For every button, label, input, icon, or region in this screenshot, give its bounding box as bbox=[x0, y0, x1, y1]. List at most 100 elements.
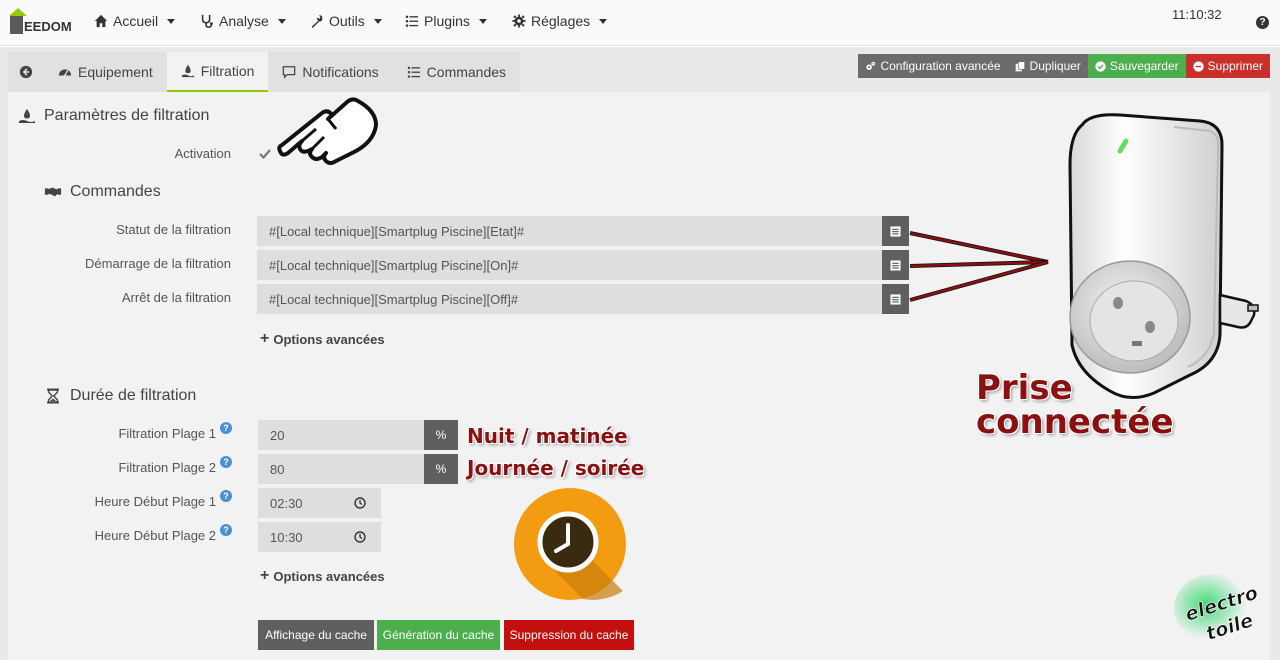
save-button[interactable]: Sauvegarder bbox=[1087, 54, 1186, 78]
nav-reglages[interactable]: Réglages bbox=[512, 13, 608, 29]
comment-icon bbox=[283, 66, 296, 79]
demarrage-select-button[interactable] bbox=[882, 250, 909, 280]
nav-plugins[interactable]: Plugins bbox=[405, 13, 487, 29]
delete-cache-button[interactable]: Suppression du cache bbox=[504, 620, 634, 650]
tab-filtration-label: Filtration bbox=[200, 63, 255, 79]
filtration-section-title: Paramètres de filtration bbox=[18, 107, 209, 125]
tab-equipement-label: Equipement bbox=[78, 64, 153, 80]
plage1-label: Filtration Plage 1 bbox=[118, 426, 216, 441]
help-question-icon[interactable]: ? bbox=[220, 456, 232, 468]
activation-checkbox[interactable] bbox=[258, 147, 272, 161]
duree-section-title: Durée de filtration bbox=[44, 387, 196, 405]
help-icon[interactable]: ? bbox=[1256, 16, 1269, 29]
commandes-section-title: Commandes bbox=[44, 183, 161, 201]
delete-button[interactable]: Supprimer bbox=[1185, 54, 1270, 78]
plus-icon: + bbox=[260, 567, 270, 584]
plug-caption-line2: connectée bbox=[976, 402, 1174, 442]
wrench-icon bbox=[311, 15, 323, 28]
pointing-hand-icon bbox=[277, 97, 378, 165]
handshake-icon bbox=[44, 187, 62, 197]
filtration-icon bbox=[181, 64, 194, 78]
clock-icon[interactable] bbox=[354, 497, 366, 509]
plage2-label: Filtration Plage 2 bbox=[118, 460, 216, 475]
help-question-icon[interactable]: ? bbox=[220, 524, 232, 536]
caret-down-icon bbox=[599, 18, 608, 24]
logo-mark bbox=[6, 8, 27, 34]
clock-time: 11:10:32 bbox=[1172, 7, 1222, 22]
statut-select-button[interactable] bbox=[882, 216, 909, 246]
back-arrow-icon bbox=[19, 65, 33, 79]
logo-text: EEDOM bbox=[24, 19, 72, 34]
copy-icon bbox=[1015, 60, 1025, 71]
advanced-config-label: Configuration avancée bbox=[880, 59, 1001, 73]
nav-accueil-label: Accueil bbox=[113, 13, 159, 29]
generate-cache-button[interactable]: Génération du cache bbox=[377, 620, 500, 650]
tab-bar: Equipement Filtration Notifications Comm… bbox=[8, 52, 521, 92]
commandes-title-text: Commandes bbox=[70, 183, 161, 200]
minus-circle-icon bbox=[1192, 60, 1204, 72]
duplicate-label: Dupliquer bbox=[1029, 59, 1081, 73]
help-question-icon[interactable]: ? bbox=[220, 422, 232, 434]
stethoscope-icon bbox=[201, 14, 213, 28]
duree-options-label: Options avancées bbox=[273, 568, 385, 584]
nav-reglages-label: Réglages bbox=[531, 13, 591, 29]
list-alt-icon bbox=[890, 293, 901, 305]
arret-input[interactable]: #[Local technique][Smartplug Piscine][Of… bbox=[257, 284, 882, 314]
caret-down-icon bbox=[478, 18, 487, 24]
hourglass-icon bbox=[47, 388, 59, 404]
dashboard-icon bbox=[58, 69, 72, 77]
plage2-annotation: Journée / soirée bbox=[467, 456, 645, 480]
tab-commandes[interactable]: Commandes bbox=[392, 52, 521, 92]
nav-outils-label: Outils bbox=[329, 13, 365, 29]
tab-equipement[interactable]: Equipement bbox=[44, 52, 167, 92]
caret-down-icon bbox=[167, 18, 176, 24]
delete-label: Supprimer bbox=[1207, 59, 1263, 73]
statut-label: Statut de la filtration bbox=[116, 222, 231, 237]
nav-analyse[interactable]: Analyse bbox=[200, 13, 286, 29]
tab-back[interactable] bbox=[8, 52, 44, 92]
arret-select-button[interactable] bbox=[882, 284, 909, 314]
debut2-label: Heure Début Plage 2 bbox=[94, 528, 216, 543]
list-icon bbox=[405, 15, 419, 27]
commandes-advanced-options-link[interactable]: + Options avancées bbox=[260, 331, 385, 347]
plage1-input[interactable]: 20 bbox=[258, 420, 424, 450]
jeedom-logo[interactable]: EEDOM bbox=[6, 6, 76, 38]
nav-analyse-label: Analyse bbox=[219, 13, 269, 29]
duplicate-button[interactable]: Dupliquer bbox=[1007, 54, 1088, 78]
tab-filtration[interactable]: Filtration bbox=[166, 52, 269, 92]
arret-label: Arrêt de la filtration bbox=[121, 290, 231, 305]
plage2-input[interactable]: 80 bbox=[258, 454, 424, 484]
caret-down-icon bbox=[277, 18, 286, 24]
filtration-title-text: Paramètres de filtration bbox=[44, 107, 210, 124]
clock-icon[interactable] bbox=[354, 531, 366, 543]
plage1-percent-addon: % bbox=[424, 420, 458, 450]
tab-notifications-label: Notifications bbox=[302, 64, 379, 80]
save-label: Sauvegarder bbox=[1109, 59, 1179, 73]
duree-advanced-options-link[interactable]: + Options avancées bbox=[260, 568, 385, 584]
caret-down-icon bbox=[373, 18, 382, 24]
help-question-icon[interactable]: ? bbox=[220, 490, 232, 502]
advanced-config-button[interactable]: Configuration avancée bbox=[858, 54, 1008, 78]
nav-outils[interactable]: Outils bbox=[310, 13, 382, 29]
plus-icon: + bbox=[260, 330, 270, 347]
plage2-percent-addon: % bbox=[424, 454, 458, 484]
nav-plugins-label: Plugins bbox=[424, 13, 470, 29]
home-icon bbox=[94, 14, 108, 28]
filtration-icon bbox=[19, 109, 35, 123]
tab-notifications[interactable]: Notifications bbox=[268, 52, 393, 92]
duree-title-text: Durée de filtration bbox=[70, 387, 197, 404]
clock-badge-icon bbox=[514, 488, 626, 600]
tab-commandes-label: Commandes bbox=[426, 64, 507, 80]
demarrage-input[interactable]: #[Local technique][Smartplug Piscine][On… bbox=[257, 250, 882, 280]
nav-accueil[interactable]: Accueil bbox=[94, 13, 176, 29]
electro-toile-watermark: electro toile bbox=[1174, 574, 1261, 645]
navbar: EEDOM Accueil Analyse Outils Plugins Rég… bbox=[0, 0, 1280, 46]
show-cache-button[interactable]: Affichage du cache bbox=[258, 620, 374, 650]
check-circle-icon bbox=[1095, 60, 1106, 72]
debut1-label: Heure Début Plage 1 bbox=[94, 494, 216, 509]
gear-icon bbox=[512, 14, 526, 28]
statut-input[interactable]: #[Local technique][Smartplug Piscine][Et… bbox=[257, 216, 882, 246]
activation-label: Activation bbox=[174, 146, 231, 161]
list-icon bbox=[407, 66, 420, 78]
commandes-options-label: Options avancées bbox=[273, 331, 385, 347]
